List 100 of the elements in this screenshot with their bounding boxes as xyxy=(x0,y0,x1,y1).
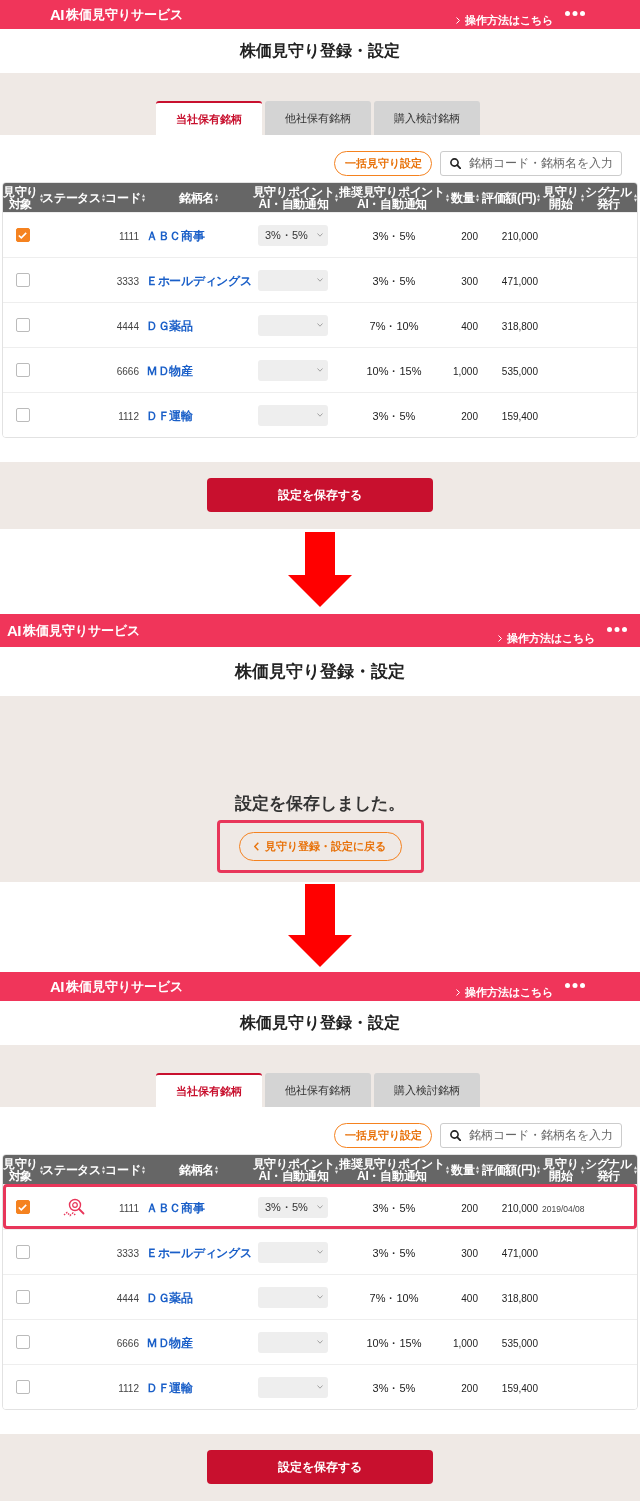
quantity-cell-text: 200 xyxy=(461,1383,479,1394)
sort-icon[interactable] xyxy=(537,193,541,202)
bulk-watch-button[interactable]: 一括見守り設定 xyxy=(334,1122,432,1148)
quantity-cell-text: 200 xyxy=(461,1203,479,1214)
sort-icon[interactable] xyxy=(215,1165,219,1174)
more-icon[interactable] xyxy=(565,11,585,16)
stock-name-link[interactable]: ＡＢＣ商事 xyxy=(146,1200,205,1215)
sort-icon[interactable] xyxy=(40,1165,43,1174)
recommended-point-cell: 3%・5% xyxy=(372,230,416,242)
logo-mark: AI xyxy=(50,6,64,23)
chevron-down-icon xyxy=(317,323,323,327)
sort-icon[interactable] xyxy=(445,1165,449,1174)
sort-icon[interactable] xyxy=(215,193,219,202)
help-link[interactable]: 操作方法はこちら xyxy=(456,14,553,27)
stock-name-link[interactable]: ＭＤ物産 xyxy=(146,1335,193,1350)
point-select[interactable]: 3%・5% xyxy=(258,224,328,246)
code-cell-text: 1111 xyxy=(118,1203,140,1214)
tab[interactable]: 当社保有銘柄 xyxy=(156,1073,262,1107)
recommended-point-cell: 3%・5% xyxy=(372,1247,416,1259)
sort-icon[interactable] xyxy=(580,1165,584,1174)
column-header: 銘柄名 xyxy=(178,191,215,204)
stock-name-link[interactable]: Ｅホールディングス xyxy=(146,1245,252,1260)
checkbox[interactable] xyxy=(15,228,30,242)
help-link[interactable]: 操作方法はこちら xyxy=(498,632,595,645)
tab[interactable]: 他社保有銘柄 xyxy=(265,1073,371,1107)
search-icon xyxy=(450,1129,461,1141)
sort-icon[interactable] xyxy=(633,1165,637,1174)
tab[interactable]: 購入検討銘柄 xyxy=(374,101,480,135)
more-icon[interactable] xyxy=(565,983,585,988)
value-cell-text: 535,000 xyxy=(501,366,539,377)
sort-icon[interactable] xyxy=(141,1165,145,1174)
save-button[interactable]: 設定を保存する xyxy=(207,1450,433,1484)
sort-icon[interactable] xyxy=(537,1165,541,1174)
quantity-cell-text: 300 xyxy=(461,1248,479,1259)
value-cell-text: 318,800 xyxy=(501,1293,539,1304)
stock-name-link[interactable]: Ｅホールディングス xyxy=(146,273,252,288)
search-field[interactable]: 銘柄コード・銘柄名を入力 xyxy=(440,1122,622,1148)
code-cell-text: 1112 xyxy=(118,1383,140,1394)
search-field[interactable]: 銘柄コード・銘柄名を入力 xyxy=(440,150,622,176)
checkbox[interactable] xyxy=(15,1290,30,1304)
column-header: 見守り対象 xyxy=(3,185,39,210)
stock-name-link[interactable]: ＭＤ物産 xyxy=(146,363,193,378)
chevron-left-icon xyxy=(254,842,259,851)
checkbox[interactable] xyxy=(15,1200,30,1214)
stock-name-link[interactable]: ＤＦ運輸 xyxy=(146,1380,193,1395)
code-cell-text: 3333 xyxy=(116,1248,140,1259)
service-name: 株価見守りサービス xyxy=(66,7,183,22)
sort-icon[interactable] xyxy=(475,193,479,202)
chevron-down-icon xyxy=(317,278,323,282)
check-icon xyxy=(18,1203,27,1211)
checkbox[interactable] xyxy=(15,363,30,377)
save-button[interactable]: 設定を保存する xyxy=(207,478,433,512)
tab[interactable]: 当社保有銘柄 xyxy=(156,101,262,135)
sort-icon[interactable] xyxy=(633,193,637,202)
tab[interactable]: 他社保有銘柄 xyxy=(265,101,371,135)
stock-name-link[interactable]: ＤＧ薬品 xyxy=(146,318,193,333)
column-header: 見守りポイント AI・自動通知 xyxy=(252,185,335,210)
sort-icon[interactable] xyxy=(40,193,43,202)
recommended-point-cell: 7%・10% xyxy=(369,1292,419,1304)
help-link[interactable]: 操作方法はこちら xyxy=(456,986,553,999)
chevron-down-icon xyxy=(317,1250,323,1254)
checkbox[interactable] xyxy=(15,1335,30,1349)
column-header: ステータス xyxy=(42,1163,101,1176)
checkbox[interactable] xyxy=(15,273,30,287)
sort-icon[interactable] xyxy=(445,193,449,202)
chevron-down-icon xyxy=(317,1385,323,1389)
chevron-down-icon xyxy=(317,1340,323,1344)
search-icon xyxy=(450,157,461,169)
more-icon[interactable] xyxy=(607,627,627,632)
point-select[interactable]: 3%・5% xyxy=(258,1196,328,1218)
value-cell-text: 210,000 xyxy=(501,1203,539,1214)
saved-message: 設定を保存しました。 xyxy=(235,793,405,815)
column-header: 見守り対象 xyxy=(3,1157,39,1182)
sort-icon[interactable] xyxy=(335,1165,339,1174)
stock-name-link[interactable]: ＡＢＣ商事 xyxy=(146,228,205,243)
chevron-right-icon xyxy=(498,635,502,642)
start-date-cell: 2019/04/08 xyxy=(542,1204,585,1214)
code-cell-text: 4444 xyxy=(116,321,140,332)
checkbox[interactable] xyxy=(15,1380,30,1394)
code-cell-text: 4444 xyxy=(116,1293,140,1304)
checkbox[interactable] xyxy=(15,1245,30,1259)
column-header: 数量 xyxy=(451,1163,475,1176)
page-title: 株価見守り登録・設定 xyxy=(240,1013,400,1033)
bulk-watch-button[interactable]: 一括見守り設定 xyxy=(334,150,432,176)
checkbox[interactable] xyxy=(15,408,30,422)
sort-icon[interactable] xyxy=(141,193,145,202)
recommended-point-cell: 3%・5% xyxy=(372,1202,416,1214)
column-header: 評価額(円) xyxy=(481,1163,537,1176)
sort-icon[interactable] xyxy=(101,1165,105,1174)
sort-icon[interactable] xyxy=(580,193,584,202)
tab[interactable]: 購入検討銘柄 xyxy=(374,1073,480,1107)
sort-icon[interactable] xyxy=(475,1165,479,1174)
sort-icon[interactable] xyxy=(335,193,339,202)
sort-icon[interactable] xyxy=(101,193,105,202)
logo-mark: AI xyxy=(50,978,64,995)
stock-name-link[interactable]: ＤＧ薬品 xyxy=(146,1290,193,1305)
stock-name-link[interactable]: ＤＦ運輸 xyxy=(146,408,193,423)
column-header: 見守りポイント AI・自動通知 xyxy=(252,1157,335,1182)
checkbox[interactable] xyxy=(15,318,30,332)
service-name: 株価見守りサービス xyxy=(23,623,140,638)
